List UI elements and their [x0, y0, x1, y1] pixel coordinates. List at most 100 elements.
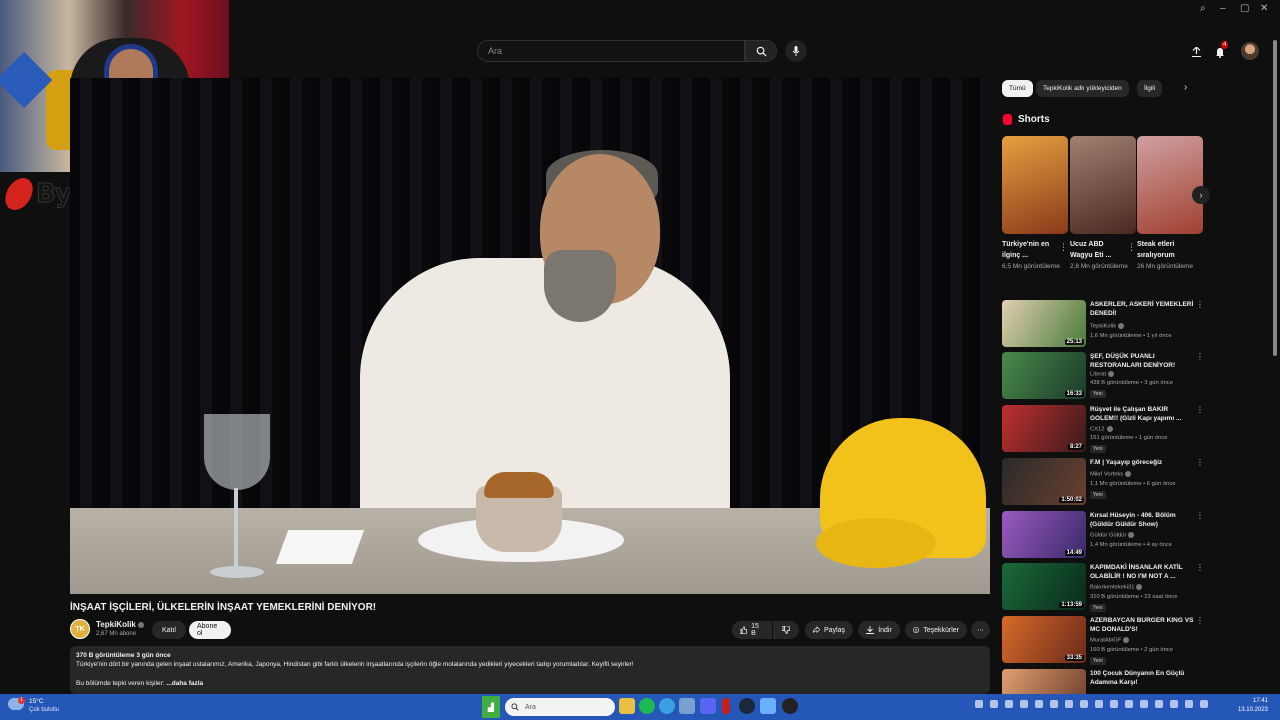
close-icon[interactable]: ✕: [1260, 4, 1270, 14]
video-title[interactable]: Kırsal Hüseyin - 406. Bölüm (Güldür Güld…: [1090, 511, 1194, 529]
channel-name[interactable]: Güldür Güldür: [1090, 532, 1135, 539]
minimize-icon[interactable]: –: [1220, 4, 1230, 14]
tray-icon[interactable]: [1080, 700, 1088, 708]
video-title[interactable]: F.M | Yaşayıp göreceğiz: [1090, 458, 1194, 467]
more-vertical-icon[interactable]: ⋮: [1196, 300, 1204, 309]
tray-icon[interactable]: [1050, 700, 1058, 708]
short-thumbnail[interactable]: [1002, 136, 1068, 234]
search-input[interactable]: Ara: [477, 40, 745, 62]
video-thumbnail[interactable]: 33:35: [1002, 616, 1086, 663]
short-title[interactable]: Ucuz ABD Wagyu Eti ...: [1070, 239, 1122, 261]
discord-icon[interactable]: [700, 698, 716, 714]
dislike-button[interactable]: [773, 621, 799, 639]
more-vertical-icon[interactable]: ⋮: [1196, 616, 1204, 625]
tray-icon[interactable]: [1065, 700, 1073, 708]
create-button[interactable]: [1188, 44, 1204, 60]
channel-name-text[interactable]: MuratAbiGF: [1090, 638, 1121, 644]
start-button[interactable]: ▟: [482, 696, 500, 718]
obs-icon[interactable]: [782, 698, 798, 714]
video-title[interactable]: KAPIMDAKİ İNSANLAR KATİL OLABİLİR ! NO I…: [1090, 563, 1194, 581]
channel-name-text[interactable]: Mikrl Vorteks: [1090, 472, 1123, 478]
browser-icon[interactable]: [659, 698, 675, 714]
video-thumbnail[interactable]: 1:13:59: [1002, 563, 1086, 610]
short-item[interactable]: Steak etleri sıralıyorum 26 Mn görüntüle…: [1137, 136, 1203, 272]
more-vertical-icon[interactable]: ⋮: [1196, 352, 1204, 361]
search-button[interactable]: [745, 40, 777, 62]
spotify-icon[interactable]: [639, 698, 655, 714]
channel-name[interactable]: TepkiKolik: [96, 620, 144, 629]
tray-icon[interactable]: [1035, 700, 1043, 708]
description-box[interactable]: 370 B görüntüleme 3 gün önce Türkiye'nin…: [70, 646, 990, 694]
tray-icon[interactable]: [1170, 700, 1178, 708]
chevron-right-icon[interactable]: ›: [1184, 82, 1187, 93]
tray-icon[interactable]: [1200, 700, 1208, 708]
app-icon[interactable]: [760, 698, 776, 714]
more-vertical-icon[interactable]: ⋮: [1059, 242, 1068, 253]
short-thumbnail[interactable]: [1137, 136, 1203, 234]
channel-name[interactable]: Literat: [1090, 371, 1115, 378]
short-title[interactable]: Türkiye'nin en ilginç ...: [1002, 239, 1054, 261]
video-player[interactable]: [70, 78, 990, 594]
like-button[interactable]: 15 B: [732, 621, 772, 639]
voice-search-button[interactable]: [785, 40, 807, 62]
recommended-video[interactable]: 8:27 Rüşvet ile Çalışan BAKIR GOLEM!! (G…: [1002, 405, 1204, 455]
tray-icon[interactable]: [1110, 700, 1118, 708]
short-item[interactable]: Türkiye'nin en ilginç ... 6,5 Mn görüntü…: [1002, 136, 1068, 272]
download-button[interactable]: İndir: [858, 621, 900, 639]
channel-name-text[interactable]: Bakırkentekeki31: [1090, 585, 1134, 591]
clock-time[interactable]: 17:41: [1238, 698, 1268, 704]
tray-icon[interactable]: [1020, 700, 1028, 708]
weather-condition[interactable]: Çok bulutlu: [29, 707, 59, 713]
recommended-video[interactable]: 1:13:59 KAPIMDAKİ İNSANLAR KATİL OLABİLİ…: [1002, 563, 1204, 613]
recommended-video[interactable]: 100 Çocuk Dünyanın En Güçlü Adamına Karş…: [1002, 669, 1204, 694]
channel-name[interactable]: MuratAbiGF: [1090, 637, 1130, 644]
extension-icon[interactable]: ⌕: [1200, 4, 1210, 14]
video-thumbnail[interactable]: 8:27: [1002, 405, 1086, 452]
thanks-button[interactable]: $ Teşekkürler: [905, 621, 967, 639]
subscribe-button[interactable]: Abone ol: [189, 621, 231, 639]
channel-name-text[interactable]: Literat: [1090, 372, 1106, 378]
more-vertical-icon[interactable]: ⋮: [1196, 405, 1204, 414]
short-item[interactable]: Ucuz ABD Wagyu Eti ... 2,8 Mn görüntülem…: [1070, 136, 1136, 272]
channel-avatar[interactable]: TK: [70, 619, 90, 639]
taskbar-search[interactable]: Ara: [505, 698, 615, 716]
channel-name[interactable]: CX12: [1090, 426, 1113, 433]
tray-icon[interactable]: [1140, 700, 1148, 708]
tray-icon[interactable]: [975, 700, 983, 708]
video-title[interactable]: ŞEF, DÜŞÜK PUANLI RESTORANLARI DENİYOR!: [1090, 352, 1194, 370]
more-vertical-icon[interactable]: ⋮: [1196, 511, 1204, 520]
video-title[interactable]: 100 Çocuk Dünyanın En Güçlü Adamına Karş…: [1090, 669, 1194, 687]
clock-date[interactable]: 13.10.2023: [1228, 707, 1268, 713]
page-scrollbar[interactable]: [1273, 40, 1277, 356]
show-more-link[interactable]: ...daha fazla: [166, 680, 203, 687]
app-icon[interactable]: [679, 698, 695, 714]
more-actions-button[interactable]: ⋯: [971, 621, 990, 639]
chip-related[interactable]: İlgili: [1137, 80, 1163, 97]
maximize-icon[interactable]: ▢: [1240, 4, 1250, 14]
share-button[interactable]: Paylaş: [805, 621, 853, 639]
app-icon[interactable]: [722, 698, 730, 714]
more-vertical-icon[interactable]: ⋮: [1127, 242, 1136, 253]
steam-icon[interactable]: [739, 698, 755, 714]
recommended-video[interactable]: 25:13 ASKERLER, ASKERİ YEMEKLERİ DENEDİ!…: [1002, 300, 1204, 350]
more-vertical-icon[interactable]: ⋮: [1196, 563, 1204, 572]
recommended-video[interactable]: 1:50:02 F.M | Yaşayıp göreceğiz Mikrl Vo…: [1002, 458, 1204, 508]
channel-name-text[interactable]: Güldür Güldür: [1090, 533, 1126, 539]
video-thumbnail[interactable]: [1002, 669, 1086, 694]
short-thumbnail[interactable]: [1070, 136, 1136, 234]
tray-icon[interactable]: [1095, 700, 1103, 708]
more-vertical-icon[interactable]: ⋮: [1196, 458, 1204, 467]
account-avatar[interactable]: [1241, 42, 1259, 60]
file-explorer-icon[interactable]: [619, 698, 635, 714]
join-button[interactable]: Katıl: [152, 621, 186, 639]
channel-name-text[interactable]: TepkiKolik: [96, 620, 136, 629]
video-thumbnail[interactable]: 1:50:02: [1002, 458, 1086, 505]
short-title[interactable]: Steak etleri sıralıyorum: [1137, 239, 1189, 261]
tray-icon[interactable]: [1185, 700, 1193, 708]
tray-icon[interactable]: [1005, 700, 1013, 708]
chip-from-uploader[interactable]: TepkiKolik adlı yükleyiciden: [1036, 80, 1129, 97]
video-title[interactable]: AZERBAYCAN BURGER KING VS MC DONALD'S!: [1090, 616, 1194, 634]
chip-all[interactable]: Tümü: [1002, 80, 1033, 97]
tray-icon[interactable]: [1155, 700, 1163, 708]
recommended-video[interactable]: 16:33 ŞEF, DÜŞÜK PUANLI RESTORANLARI DEN…: [1002, 352, 1204, 402]
